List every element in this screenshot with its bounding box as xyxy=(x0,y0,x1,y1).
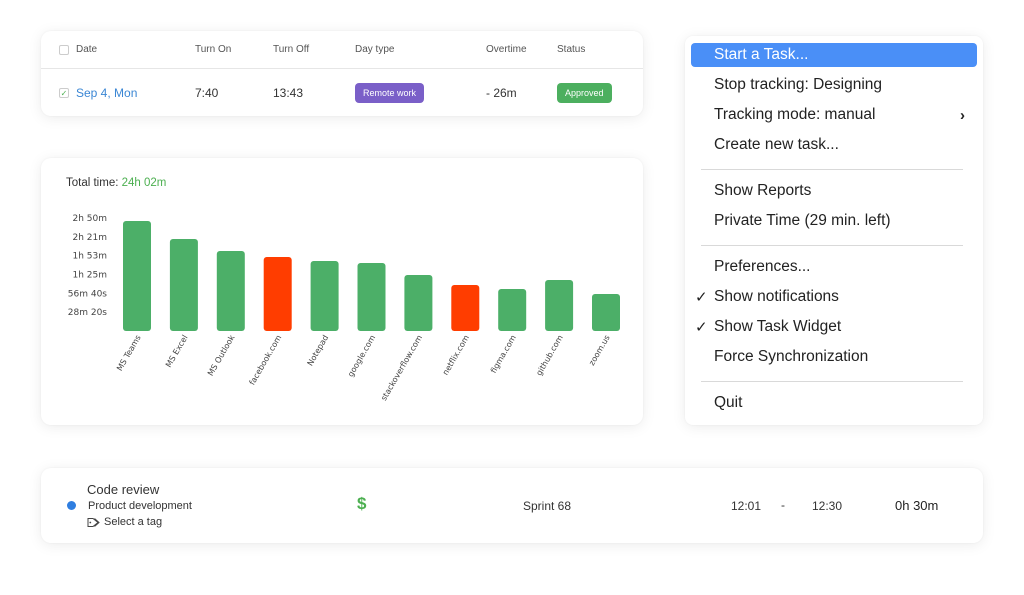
menu-item-label: Tracking mode: manual xyxy=(714,106,876,124)
checkmark-icon: ✓ xyxy=(695,318,708,336)
y-tick-label: 1h 25m xyxy=(72,271,107,281)
date-link[interactable]: Sep 4, Mon xyxy=(76,86,137,100)
bar-netflix-com[interactable] xyxy=(451,285,480,331)
time-separator: - xyxy=(781,498,785,512)
menu-item-start-a-task[interactable]: Start a Task... xyxy=(691,43,977,67)
header-overtime[interactable]: Overtime xyxy=(486,44,527,55)
bar-github-com[interactable] xyxy=(545,280,574,331)
y-tick-label: 56m 40s xyxy=(68,289,108,299)
bar-ms-excel[interactable] xyxy=(169,239,198,331)
menu-separator xyxy=(701,245,963,247)
y-tick-label: 2h 50m xyxy=(72,214,107,224)
bar-notepad[interactable] xyxy=(310,260,339,331)
day-type-badge[interactable]: Remote work xyxy=(355,83,425,103)
billable-dollar-icon[interactable]: $ xyxy=(357,494,366,514)
menu-item-create-new-task[interactable]: Create new task... xyxy=(691,133,977,157)
task-duration: 0h 30m xyxy=(895,498,939,513)
task-title[interactable]: Code review xyxy=(87,482,159,497)
menu-item-label: Create new task... xyxy=(714,136,839,154)
overtime-value: - 26m xyxy=(486,86,517,100)
turn-off-value: 13:43 xyxy=(273,86,304,100)
menu-separator xyxy=(701,169,963,171)
bar-stackoverflow-com[interactable] xyxy=(404,274,433,331)
end-time[interactable]: 12:30 xyxy=(812,499,842,513)
bar-figma-com[interactable] xyxy=(498,289,527,331)
table-header: Date Turn On Turn Off Day type Overtime … xyxy=(41,31,643,69)
x-tick-label: MS Teams xyxy=(115,334,143,373)
menu-item-quit[interactable]: Quit xyxy=(691,391,977,415)
x-tick-label: MS Outlook xyxy=(206,333,237,377)
x-tick-label: stackoverflow.com xyxy=(379,333,424,402)
header-date[interactable]: Date xyxy=(76,44,97,55)
task-entry-row[interactable]: Code review Product development Select a… xyxy=(41,468,983,543)
x-tick-label: MS Excel xyxy=(164,334,190,369)
menu-item-label: Quit xyxy=(714,393,743,411)
y-tick-label: 28m 20s xyxy=(68,308,108,318)
menu-item-label: Preferences... xyxy=(714,257,811,275)
menu-item-label: Stop tracking: Designing xyxy=(714,76,883,94)
x-tick-label: figma.com xyxy=(489,333,518,374)
y-tick-label: 2h 21m xyxy=(72,233,107,243)
menu-item-label: Show Reports xyxy=(714,181,812,199)
x-tick-label: Notepad xyxy=(306,334,331,368)
menu-separator xyxy=(701,381,963,382)
menu-item-label: Private Time (29 min. left) xyxy=(714,212,891,229)
menu-item-label: Start a Task... xyxy=(714,46,809,63)
turn-on-value: 7:40 xyxy=(195,86,219,100)
bar-ms-teams[interactable] xyxy=(123,220,151,331)
check-icon: ✓ xyxy=(60,88,68,98)
x-tick-label: facebook.com xyxy=(248,333,284,386)
project-color-dot xyxy=(67,501,76,510)
header-status[interactable]: Status xyxy=(557,44,585,55)
table-row: ✓ Sep 4, Mon 7:40 13:43 Remote work - 26… xyxy=(41,70,643,116)
sprint-label: Sprint 68 xyxy=(523,499,572,513)
menu-item-show-task-widget[interactable]: ✓ Show Task Widget xyxy=(691,315,977,339)
header-turn-on[interactable]: Turn On xyxy=(195,44,231,55)
menu-item-label: Show notifications xyxy=(714,287,839,305)
attendance-table: Date Turn On Turn Off Day type Overtime … xyxy=(41,31,643,116)
bar-ms-outlook[interactable] xyxy=(216,251,245,331)
menu-item-show-reports[interactable]: Show Reports xyxy=(691,179,977,203)
menu-item-label: Force Synchronization xyxy=(714,347,869,365)
x-tick-label: github.com xyxy=(534,333,565,377)
x-tick-label: google.com xyxy=(346,333,377,378)
menu-item-private-time-29-min-left[interactable]: Private Time (29 min. left) xyxy=(691,209,977,233)
x-tick-label: netflix.com xyxy=(441,333,471,376)
menu-item-tracking-mode-manual[interactable]: Tracking mode: manual › xyxy=(691,103,977,127)
chevron-right-icon: › xyxy=(960,106,965,124)
menu-item-force-synchronization[interactable]: Force Synchronization xyxy=(691,345,977,369)
menu-item-label: Show Task Widget xyxy=(714,317,842,335)
tray-context-menu: Start a Task... Stop tracking: Designing T… xyxy=(685,36,983,425)
header-day-type[interactable]: Day type xyxy=(355,44,394,55)
y-tick-label: 1h 53m xyxy=(72,252,107,262)
status-badge[interactable]: Approved xyxy=(557,83,612,103)
menu-item-stop-tracking-designing[interactable]: Stop tracking: Designing xyxy=(691,73,977,97)
tag-placeholder: Select a tag xyxy=(104,516,163,528)
tag-selector[interactable]: Select a tag xyxy=(87,516,162,528)
bar-zoom-us[interactable] xyxy=(592,293,620,331)
bar-facebook-com[interactable] xyxy=(263,256,292,331)
tag-icon xyxy=(87,517,100,527)
header-turn-off[interactable]: Turn Off xyxy=(273,44,309,55)
select-all-checkbox[interactable] xyxy=(59,44,69,55)
start-time[interactable]: 12:01 xyxy=(731,499,761,513)
app-usage-chart-card: Total time: 24h 02m 28m 20s 56m 40s 1h 25m… xyxy=(41,158,643,425)
app-usage-bar-chart: 28m 20s 56m 40s 1h 25m 1h 53m 2h 21m 2h 50m MS… xyxy=(68,214,620,402)
menu-item-preferences[interactable]: Preferences... xyxy=(691,255,977,279)
menu-item-show-notifications[interactable]: ✓ Show notifications xyxy=(691,285,977,309)
row-checkbox[interactable]: ✓ xyxy=(59,88,69,98)
x-tick-label: zoom.us xyxy=(587,334,612,368)
bar-google-com[interactable] xyxy=(357,262,386,331)
task-project[interactable]: Product development xyxy=(88,500,192,512)
checkmark-icon: ✓ xyxy=(695,288,708,306)
